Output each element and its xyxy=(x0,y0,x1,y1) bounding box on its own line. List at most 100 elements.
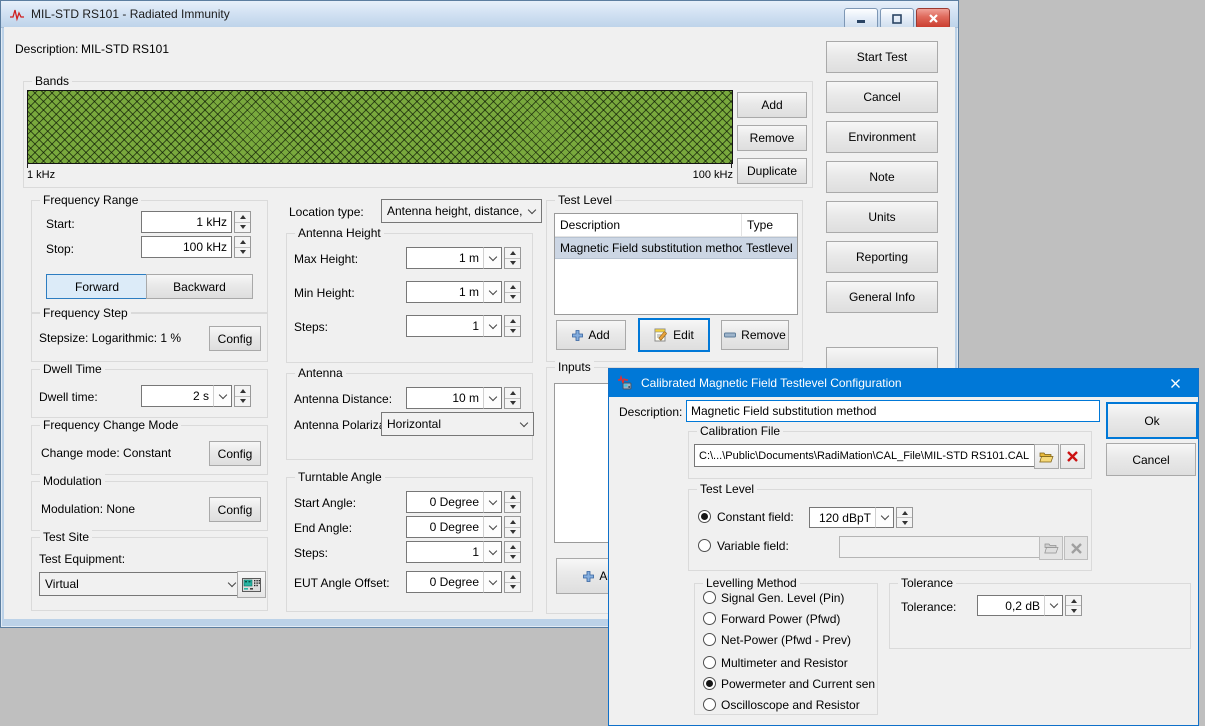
band-remove-button[interactable]: Remove xyxy=(737,125,807,151)
frequency-step-config-button[interactable]: Config xyxy=(209,326,261,351)
general-info-button[interactable]: General Info xyxy=(826,281,938,313)
dwell-time-dropdown[interactable] xyxy=(213,385,232,407)
freq-stop-spinner[interactable] xyxy=(234,236,251,258)
end-angle-field[interactable]: 0 Degree xyxy=(406,516,521,538)
calibration-file-browse-button[interactable] xyxy=(1034,444,1059,469)
column-description[interactable]: Description xyxy=(555,214,742,236)
antenna-distance-spinner[interactable] xyxy=(504,387,521,409)
table-row[interactable]: Magnetic Field substitution method Testl… xyxy=(555,237,797,259)
min-height-value[interactable]: 1 m xyxy=(406,281,484,303)
min-height-field[interactable]: 1 m xyxy=(406,281,521,303)
tolerance-field[interactable]: 0,2 dB xyxy=(977,595,1082,616)
change-mode-config-button[interactable]: Config xyxy=(209,441,261,466)
antenna-polarization-dropdown[interactable]: Horizontal xyxy=(381,412,534,436)
reporting-button[interactable]: Reporting xyxy=(826,241,938,273)
option-forward-power[interactable]: Forward Power (Pfwd) xyxy=(721,612,840,626)
height-steps-dropdown[interactable] xyxy=(483,315,502,337)
constant-field-value[interactable]: 120 dBpT xyxy=(809,507,876,528)
test-equipment-config-button[interactable] xyxy=(237,571,266,598)
calibration-file-clear-button[interactable] xyxy=(1060,444,1085,469)
option-signal-gen-level[interactable]: Signal Gen. Level (Pin) xyxy=(721,591,844,605)
eut-angle-offset-dropdown[interactable] xyxy=(483,571,502,593)
min-height-spinner[interactable] xyxy=(504,281,521,303)
note-button[interactable]: Note xyxy=(826,161,938,193)
dwell-time-spinner[interactable] xyxy=(234,385,251,407)
dwell-time-field[interactable]: 2 s xyxy=(141,385,251,407)
max-height-dropdown[interactable] xyxy=(483,247,502,269)
tolerance-value[interactable]: 0,2 dB xyxy=(977,595,1045,616)
freq-stop-value[interactable]: 100 kHz xyxy=(141,236,232,258)
end-angle-value[interactable]: 0 Degree xyxy=(406,516,484,538)
freq-start-value[interactable]: 1 kHz xyxy=(141,211,232,233)
modulation-config-button[interactable]: Config xyxy=(209,497,261,522)
column-type[interactable]: Type xyxy=(742,218,797,232)
cancel-button[interactable]: Cancel xyxy=(826,81,938,113)
dialog-close-button[interactable] xyxy=(1153,369,1198,397)
radio-signal-gen-level[interactable] xyxy=(703,591,716,604)
turntable-steps-dropdown[interactable] xyxy=(483,541,502,563)
start-angle-dropdown[interactable] xyxy=(483,491,502,513)
backward-button[interactable]: Backward xyxy=(146,274,253,299)
constant-field-radio[interactable] xyxy=(698,510,711,523)
close-button[interactable] xyxy=(916,8,950,29)
option-oscilloscope-resistor[interactable]: Oscilloscope and Resistor xyxy=(721,698,860,712)
radio-oscilloscope-resistor[interactable] xyxy=(703,698,716,711)
band-duplicate-button[interactable]: Duplicate xyxy=(737,158,807,184)
test-level-table[interactable]: Description Type Magnetic Field substitu… xyxy=(554,213,798,315)
height-steps-value[interactable]: 1 xyxy=(406,315,484,337)
antenna-distance-value[interactable]: 10 m xyxy=(406,387,484,409)
option-powermeter-current-sensor[interactable]: Powermeter and Current sen xyxy=(721,677,875,691)
tolerance-spinner[interactable] xyxy=(1065,595,1082,616)
dialog-titlebar[interactable]: Calibrated Magnetic Field Testlevel Conf… xyxy=(609,369,1198,397)
main-titlebar[interactable]: MIL-STD RS101 - Radiated Immunity xyxy=(1,1,958,28)
end-angle-dropdown[interactable] xyxy=(483,516,502,538)
start-test-button[interactable]: Start Test xyxy=(826,41,938,73)
freq-start-spinner[interactable] xyxy=(234,211,251,233)
test-level-edit-button[interactable]: Edit xyxy=(638,318,710,352)
constant-field-spinner[interactable] xyxy=(896,507,913,528)
constant-field-combo[interactable]: 120 dBpT xyxy=(809,507,913,528)
forward-button[interactable]: Forward xyxy=(46,274,148,299)
min-height-dropdown[interactable] xyxy=(483,281,502,303)
turntable-steps-value[interactable]: 1 xyxy=(406,541,484,563)
freq-start-field[interactable]: 1 kHz xyxy=(141,211,251,233)
start-angle-field[interactable]: 0 Degree xyxy=(406,491,521,513)
start-angle-spinner[interactable] xyxy=(504,491,521,513)
ok-button[interactable]: Ok xyxy=(1106,402,1198,439)
dialog-description-input[interactable]: Magnetic Field substitution method xyxy=(686,400,1100,422)
variable-field-radio[interactable] xyxy=(698,539,711,552)
calibration-file-path[interactable]: C:\...\Public\Documents\RadiMation\CAL_F… xyxy=(694,444,1035,467)
test-level-remove-button[interactable]: Remove xyxy=(721,320,789,350)
max-height-value[interactable]: 1 m xyxy=(406,247,484,269)
radio-multimeter-resistor[interactable] xyxy=(703,656,716,669)
start-angle-value[interactable]: 0 Degree xyxy=(406,491,484,513)
eut-angle-offset-field[interactable]: 0 Degree xyxy=(406,571,521,593)
option-multimeter-resistor[interactable]: Multimeter and Resistor xyxy=(721,656,848,670)
freq-stop-field[interactable]: 100 kHz xyxy=(141,236,251,258)
antenna-distance-dropdown[interactable] xyxy=(483,387,502,409)
constant-field-dropdown[interactable] xyxy=(875,507,894,528)
turntable-steps-spinner[interactable] xyxy=(504,541,521,563)
tolerance-dropdown[interactable] xyxy=(1044,595,1063,616)
height-steps-spinner[interactable] xyxy=(504,315,521,337)
max-height-spinner[interactable] xyxy=(504,247,521,269)
bands-bar[interactable] xyxy=(27,90,733,164)
maximize-button[interactable] xyxy=(880,8,914,29)
test-equipment-dropdown[interactable]: Virtual xyxy=(39,572,242,596)
antenna-distance-field[interactable]: 10 m xyxy=(406,387,521,409)
eut-angle-offset-spinner[interactable] xyxy=(504,571,521,593)
test-level-add-button[interactable]: Add xyxy=(556,320,626,350)
dwell-time-value[interactable]: 2 s xyxy=(141,385,214,407)
turntable-steps-field[interactable]: 1 xyxy=(406,541,521,563)
radio-powermeter-current-sensor[interactable] xyxy=(703,677,716,690)
test-level-table-header[interactable]: Description Type xyxy=(555,214,797,237)
eut-angle-offset-value[interactable]: 0 Degree xyxy=(406,571,484,593)
end-angle-spinner[interactable] xyxy=(504,516,521,538)
minimize-button[interactable] xyxy=(844,8,878,29)
radio-forward-power[interactable] xyxy=(703,612,716,625)
radio-net-power[interactable] xyxy=(703,633,716,646)
max-height-field[interactable]: 1 m xyxy=(406,247,521,269)
option-net-power[interactable]: Net-Power (Pfwd - Prev) xyxy=(721,633,851,647)
environment-button[interactable]: Environment xyxy=(826,121,938,153)
height-steps-field[interactable]: 1 xyxy=(406,315,521,337)
